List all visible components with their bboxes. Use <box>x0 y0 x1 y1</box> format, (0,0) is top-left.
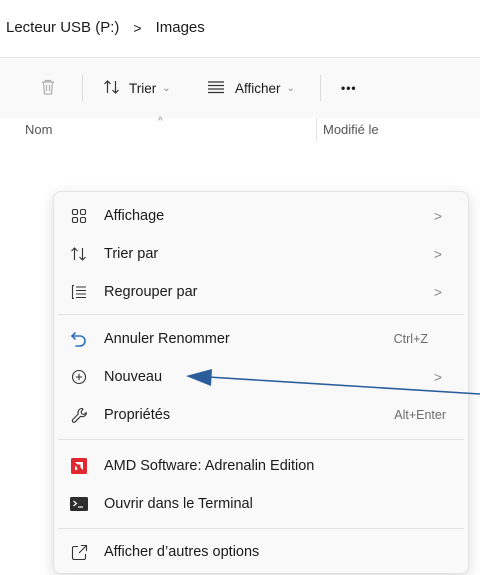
column-divider[interactable] <box>316 118 317 142</box>
menu-item-label: Ouvrir dans le Terminal <box>104 496 253 512</box>
grid-icon <box>70 207 88 225</box>
plus-circle-icon <box>70 368 88 386</box>
menu-item-ouvrir-terminal[interactable]: Ouvrir dans le Terminal <box>58 486 464 522</box>
chevron-down-icon: ⌄ <box>162 82 171 94</box>
amd-icon <box>70 457 88 475</box>
menu-item-label: Nouveau <box>104 369 163 385</box>
menu-item-label: Trier par <box>104 246 159 262</box>
lines-icon <box>207 80 225 97</box>
menu-separator <box>58 528 464 529</box>
group-icon <box>70 283 88 301</box>
column-header-modified[interactable]: Modifié le <box>323 122 379 137</box>
command-bar: Trier ⌄ Afficher ⌄ ••• <box>0 58 480 118</box>
sort-caret-icon: ^ <box>158 116 163 127</box>
menu-item-label: Annuler Renommer <box>104 331 230 347</box>
toolbar-divider <box>320 75 321 101</box>
shortcut-label: Ctrl+Z <box>393 332 428 346</box>
chevron-right-icon: > <box>433 284 442 300</box>
chevron-right-icon: > <box>433 369 442 385</box>
view-button[interactable]: Afficher ⌄ <box>207 76 295 100</box>
more-options-button[interactable]: ••• <box>341 76 357 100</box>
undo-icon <box>70 330 88 348</box>
delete-button[interactable] <box>40 76 56 100</box>
terminal-icon <box>70 495 88 513</box>
breadcrumb: Lecteur USB (P:) > Images <box>6 19 205 36</box>
chevron-right-icon: > <box>433 208 442 224</box>
context-menu: Affichage > Trier par > Regrouper par > … <box>53 191 469 574</box>
menu-item-afficher-autres-options[interactable]: Afficher d’autres options <box>58 534 464 570</box>
menu-item-amd-software[interactable]: AMD Software: Adrenalin Edition <box>58 448 464 484</box>
menu-item-regrouper-par[interactable]: Regrouper par > <box>58 274 464 310</box>
menu-item-nouveau[interactable]: Nouveau > <box>58 359 464 395</box>
sort-icon <box>70 245 88 263</box>
share-icon <box>70 543 88 561</box>
breadcrumb-folder[interactable]: Images <box>156 19 205 36</box>
breadcrumb-drive[interactable]: Lecteur USB (P:) <box>6 19 119 36</box>
menu-item-label: Propriétés <box>104 407 171 423</box>
menu-item-affichage[interactable]: Affichage > <box>58 198 464 234</box>
trash-icon <box>40 78 56 99</box>
menu-item-label: Afficher d’autres options <box>104 544 260 560</box>
toolbar-divider <box>82 75 83 101</box>
shortcut-label: Alt+Enter <box>394 408 446 422</box>
wrench-icon <box>70 406 88 424</box>
menu-separator <box>58 314 464 315</box>
chevron-down-icon: ⌄ <box>286 82 295 94</box>
sort-button[interactable]: Trier ⌄ <box>103 76 171 100</box>
menu-separator <box>58 439 464 440</box>
sort-label: Trier <box>129 80 157 96</box>
menu-item-label: Affichage <box>104 208 165 224</box>
menu-item-proprietes[interactable]: Propriétés Alt+Enter <box>58 397 464 433</box>
menu-item-trier-par[interactable]: Trier par > <box>58 236 464 272</box>
view-label: Afficher <box>235 80 281 96</box>
sort-icon <box>103 79 121 98</box>
column-header-row: ^ Nom Modifié le <box>0 116 480 144</box>
chevron-right-icon: > <box>433 246 442 262</box>
menu-item-annuler-renommer[interactable]: Annuler Renommer Ctrl+Z <box>58 321 464 357</box>
menu-item-label: Regrouper par <box>104 284 198 300</box>
breadcrumb-separator[interactable]: > <box>133 20 141 36</box>
address-bar: Lecteur USB (P:) > Images <box>0 0 480 58</box>
column-header-name[interactable]: Nom <box>25 122 52 137</box>
menu-item-label: AMD Software: Adrenalin Edition <box>104 458 315 474</box>
